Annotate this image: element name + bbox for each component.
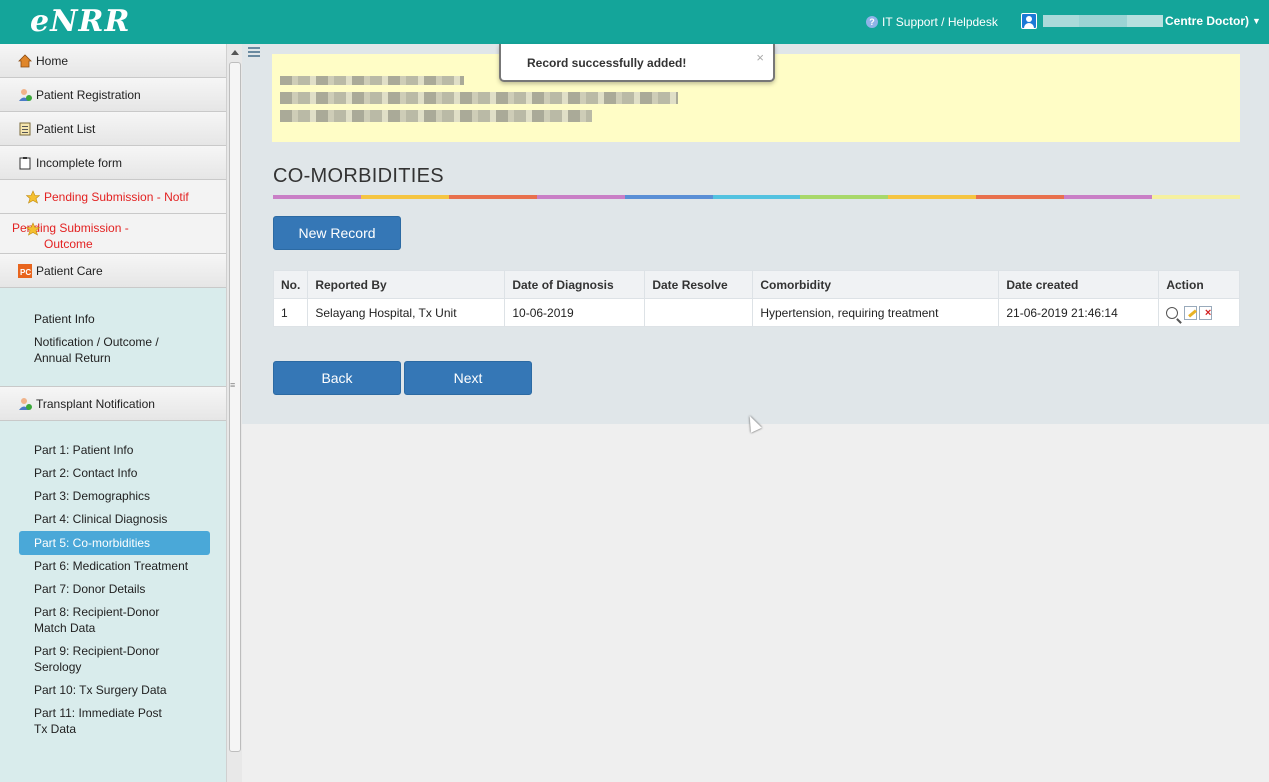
divider-segment xyxy=(1064,195,1153,199)
star-icon xyxy=(26,190,40,204)
sidebar-item-label: Patient Registration xyxy=(36,87,141,102)
grip-icon: ≡ xyxy=(230,380,236,390)
divider-segment xyxy=(536,195,625,199)
submenu-notification-outcome[interactable]: Notification / Outcome / Annual Return xyxy=(0,331,190,370)
page-title: CO-MORBIDITIES xyxy=(273,165,444,187)
back-button[interactable]: Back xyxy=(273,361,401,395)
close-icon[interactable]: × xyxy=(756,50,764,65)
redacted-patient-details-2 xyxy=(280,110,592,122)
pc-icon: PC xyxy=(18,264,32,278)
clipboard-icon xyxy=(19,157,31,170)
col-date-resolve: Date Resolve xyxy=(644,270,754,299)
menu-toggle-icon[interactable] xyxy=(248,47,260,57)
divider-segment xyxy=(712,195,801,199)
app-logo[interactable]: eNRR xyxy=(30,4,130,39)
sidebar-item-label: Transplant Notification xyxy=(36,396,155,411)
divider-segment xyxy=(1152,195,1240,199)
divider-segment xyxy=(888,195,977,199)
scroll-up-icon[interactable] xyxy=(231,50,239,55)
submenu-part-4[interactable]: Part 4: Clinical Diagnosis xyxy=(0,508,226,531)
redacted-username xyxy=(1043,15,1163,27)
submenu-part-6[interactable]: Part 6: Medication Treatment xyxy=(0,555,226,578)
col-date-created: Date created xyxy=(998,270,1160,299)
divider-segment xyxy=(976,195,1065,199)
user-menu[interactable]: Centre Doctor) ▼ xyxy=(1021,13,1261,29)
delete-icon[interactable]: × xyxy=(1199,305,1213,320)
col-comorbidity: Comorbidity xyxy=(752,270,1000,299)
divider-segment xyxy=(800,195,889,199)
cell-comorbidity: Hypertension, requiring treatment xyxy=(752,298,1000,327)
home-icon xyxy=(18,54,32,68)
sidebar-item-label: Pending Submission - Notif xyxy=(44,190,189,204)
sidebar-item-home[interactable]: Home xyxy=(0,44,226,78)
chevron-down-icon: ▼ xyxy=(1252,16,1261,26)
divider-segment xyxy=(273,195,361,199)
support-label: IT Support / Helpdesk xyxy=(882,15,998,29)
star-icon xyxy=(26,222,40,236)
table-row: 1 Selayang Hospital, Tx Unit 10-06-2019 … xyxy=(272,298,1240,327)
sidebar-scrollbar[interactable]: ≡ xyxy=(226,44,242,782)
new-record-button[interactable]: New Record xyxy=(273,216,401,250)
sidebar-item-patient-list[interactable]: Patient List xyxy=(0,112,226,146)
user-add-icon xyxy=(19,398,32,410)
list-icon xyxy=(19,122,31,136)
col-reported-by: Reported By xyxy=(307,270,506,299)
submenu-part-8[interactable]: Part 8: Recipient-Donor Match Data xyxy=(0,601,180,640)
submenu-part-1[interactable]: Part 1: Patient Info xyxy=(0,439,226,462)
sidebar: Home Patient Registration Patient List I… xyxy=(0,44,226,782)
submenu-part-9[interactable]: Part 9: Recipient-Donor Serology xyxy=(0,640,180,679)
comorbidities-table: No. Reported By Date of Diagnosis Date R… xyxy=(272,270,1240,327)
redacted-patient-details xyxy=(280,92,678,104)
user-icon xyxy=(1021,13,1037,29)
redacted-patient-name xyxy=(280,76,464,85)
table-header-row: No. Reported By Date of Diagnosis Date R… xyxy=(272,270,1240,299)
col-no: No. xyxy=(272,270,309,299)
top-bar: eNRR ? IT Support / Helpdesk Centre Doct… xyxy=(0,0,1269,44)
transplant-submenu: Part 1: Patient Info Part 2: Contact Inf… xyxy=(0,421,226,751)
edit-icon[interactable] xyxy=(1184,305,1198,320)
sidebar-item-transplant-notification[interactable]: Transplant Notification xyxy=(0,387,226,421)
user-add-icon xyxy=(19,89,32,101)
cell-date-created: 21-06-2019 21:46:14 xyxy=(998,298,1160,327)
support-link[interactable]: ? IT Support / Helpdesk xyxy=(866,15,998,29)
col-date-diagnosis: Date of Diagnosis xyxy=(504,270,646,299)
patient-care-submenu: Patient Info Notification / Outcome / An… xyxy=(0,288,226,387)
submenu-part-10[interactable]: Part 10: Tx Surgery Data xyxy=(0,679,226,702)
submenu-part-3[interactable]: Part 3: Demographics xyxy=(0,485,226,508)
col-action: Action xyxy=(1158,270,1240,299)
sidebar-item-label: Incomplete form xyxy=(36,155,123,170)
cell-date-resolve xyxy=(644,298,754,327)
submenu-patient-info[interactable]: Patient Info xyxy=(0,308,226,331)
submenu-part-7[interactable]: Part 7: Donor Details xyxy=(0,578,226,601)
submenu-part-11[interactable]: Part 11: Immediate Post Tx Data xyxy=(0,702,180,741)
divider-segment xyxy=(448,195,537,199)
success-toast: Record successfully added! × xyxy=(499,44,775,82)
user-role: Centre Doctor) xyxy=(1165,14,1250,28)
view-icon[interactable] xyxy=(1166,306,1179,319)
sidebar-item-patient-registration[interactable]: Patient Registration xyxy=(0,78,226,112)
scroll-thumb[interactable] xyxy=(229,62,241,752)
cell-no: 1 xyxy=(272,298,309,327)
divider-segment xyxy=(360,195,449,199)
toast-message: Record successfully added! xyxy=(527,56,687,70)
sidebar-item-pending-notif[interactable]: Pending Submission - Notif xyxy=(0,180,226,214)
cell-reported-by: Selayang Hospital, Tx Unit xyxy=(307,298,506,327)
submenu-part-5[interactable]: Part 5: Co-morbidities xyxy=(19,531,210,555)
svg-text:PC: PC xyxy=(20,268,31,277)
divider-segment xyxy=(624,195,713,199)
next-button[interactable]: Next xyxy=(404,361,532,395)
cell-date-diagnosis: 10-06-2019 xyxy=(504,298,646,327)
submenu-part-2[interactable]: Part 2: Contact Info xyxy=(0,462,226,485)
sidebar-item-pending-outcome[interactable]: Pending Submission - Outcome xyxy=(0,214,226,254)
help-icon: ? xyxy=(866,16,878,28)
cell-action: × xyxy=(1158,298,1240,327)
title-divider xyxy=(273,195,1240,199)
sidebar-item-patient-care[interactable]: PC Patient Care xyxy=(0,254,226,288)
sidebar-item-incomplete-form[interactable]: Incomplete form xyxy=(0,146,226,180)
